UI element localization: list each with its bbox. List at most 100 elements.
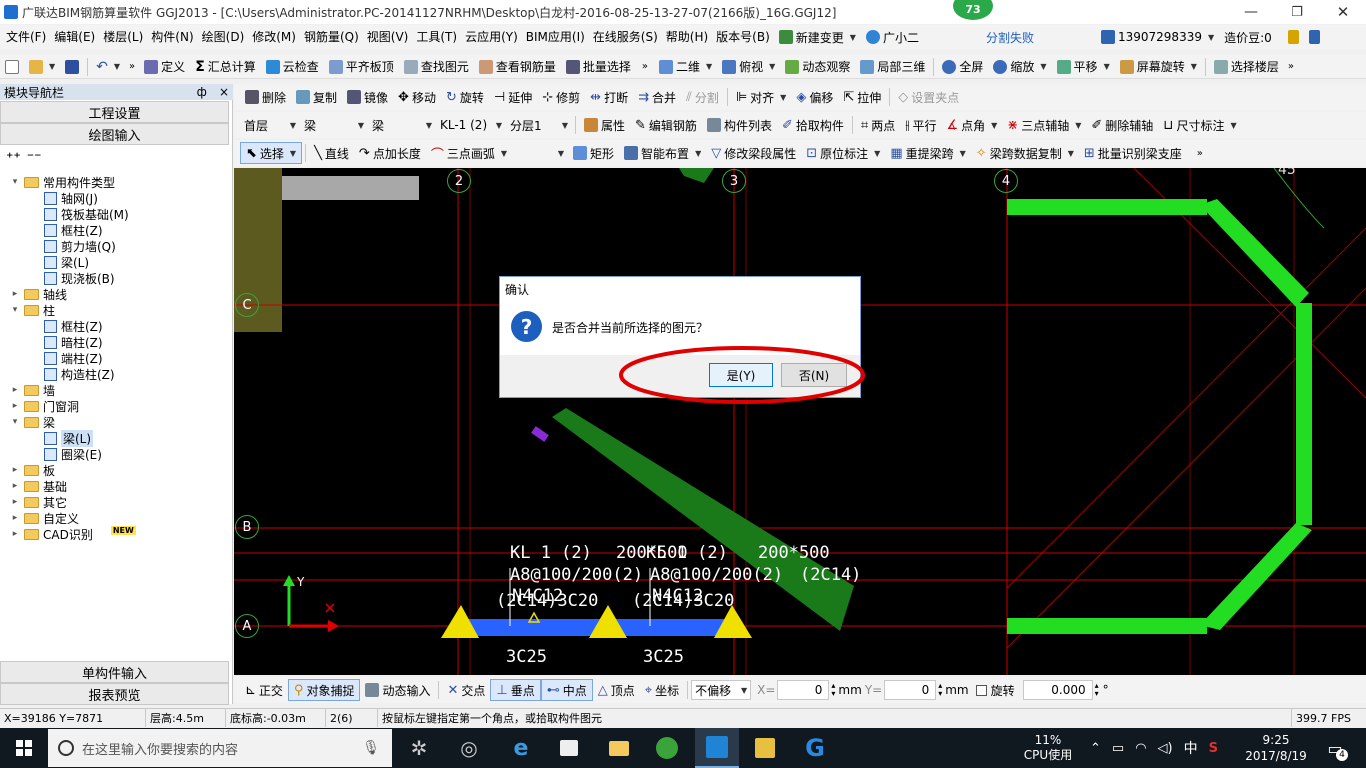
move-button[interactable]: ✥ 移动 (393, 86, 441, 108)
copy-button[interactable]: 复制 (291, 86, 342, 108)
delete-button[interactable]: 删除 (240, 86, 291, 108)
collapse-icon[interactable]: ▾ (10, 305, 20, 315)
category-select[interactable]: 梁 ▼ (300, 115, 368, 135)
rotate-spinner[interactable]: ▴ ▾ (1095, 682, 1099, 698)
menu-view[interactable]: 视图(V) (363, 27, 413, 47)
panel-close-icon[interactable]: × (219, 85, 229, 99)
tree-item[interactable]: 暗柱(Z) (44, 334, 103, 350)
beam2-bottom-label[interactable]: 3C25 (643, 647, 684, 667)
cpu-monitor[interactable]: 11% CPU使用 (1010, 730, 1086, 766)
tree-item[interactable]: 梁(L) (44, 429, 94, 447)
expand-icon[interactable]: ▸ (10, 529, 20, 539)
start-button[interactable] (0, 728, 48, 768)
mirror-button[interactable]: 镜像 (342, 86, 393, 108)
expand-icon[interactable]: ▸ (10, 513, 20, 523)
expand-icon[interactable]: ▸ (10, 465, 20, 475)
component-select[interactable]: KL-1 (2) ▼ (436, 115, 506, 135)
coordinate-snap[interactable]: ⌖ 坐标 (640, 679, 684, 701)
bell-button[interactable] (1304, 26, 1325, 48)
object-snap-toggle[interactable]: ⚲ 对象捕捉 (287, 679, 361, 701)
taskbar-notes[interactable] (744, 728, 786, 768)
line-button[interactable]: ╲ 直线 (309, 142, 354, 164)
two-points-button[interactable]: ⌗ 两点 (856, 114, 900, 136)
stretch-button[interactable]: ⇱ 拉伸 (838, 86, 886, 108)
expand-all-icon[interactable]: ⁺⁺ (6, 150, 21, 166)
orbit-button[interactable]: 动态观察 (780, 56, 855, 78)
chevron-up-icon[interactable]: ⌃ (1090, 741, 1101, 756)
rotate-input[interactable]: 0.000 (1022, 680, 1093, 700)
save-button[interactable] (60, 56, 84, 78)
type-select[interactable]: 梁 ▼ (368, 115, 436, 135)
notify-button[interactable] (1283, 26, 1304, 48)
taskbar-app-2[interactable]: ◎ (448, 728, 490, 768)
local-3d-button[interactable]: 局部三维 (855, 56, 930, 78)
menu-bim[interactable]: BIM应用(I) (522, 27, 589, 47)
tree-item[interactable]: 圈梁(E) (44, 446, 102, 462)
component-list-button[interactable]: 构件列表 (702, 114, 777, 136)
drawing-canvas[interactable]: 2 3 4 C B A 45 Y KL 1 (2) 200*500 KL 1 (… (234, 168, 1366, 675)
taskbar-glodon[interactable]: G (794, 728, 836, 768)
batch-identify-support-button[interactable]: ⊞ 批量识别梁支座 (1079, 142, 1187, 164)
beam1-stirrup-label[interactable]: A8@100/200(2) (510, 565, 643, 585)
arc-mode-select[interactable]: ▼ (512, 143, 568, 163)
edit-rebar-button[interactable]: ✎ 编辑钢筋 (630, 114, 702, 136)
three-point-arc-dropdown[interactable]: ⌒ 三点画弧 ▼ (426, 142, 512, 164)
tree-item[interactable]: 框柱(Z) (44, 318, 103, 334)
menu-edit[interactable]: 编辑(E) (50, 27, 99, 47)
user-phone[interactable]: 13907298339 ▼ (1096, 26, 1219, 48)
top-view-dropdown[interactable]: 俯视 ▼ (717, 56, 780, 78)
beam2-stirrup-label[interactable]: A8@100/200(2) (650, 565, 783, 585)
taskbar-store[interactable] (548, 728, 590, 768)
trim-button[interactable]: ⊹ 修剪 (537, 86, 585, 108)
volume-icon[interactable]: ◁) (1158, 741, 1173, 756)
overlap-label-2[interactable]: (2C14) (800, 565, 861, 585)
pan-dropdown[interactable]: 平移 ▼ (1052, 56, 1115, 78)
beam1-name-label[interactable]: KL 1 (2) (510, 543, 592, 563)
align-slab-top-button[interactable]: 平齐板顶 (324, 56, 399, 78)
tree-item[interactable]: 剪力墙(Q) (44, 238, 116, 254)
taskbar-app-green[interactable] (646, 728, 688, 768)
menu-online[interactable]: 在线服务(S) (589, 27, 662, 47)
pin-icon[interactable]: ф (197, 85, 207, 99)
summary-calc-button[interactable]: Σ 汇总计算 (190, 56, 261, 78)
menu-modify[interactable]: 修改(M) (248, 27, 300, 47)
undo-button[interactable]: ↶ ▼ (91, 56, 125, 78)
tree-item[interactable]: ▸ 门窗洞 (10, 398, 79, 414)
tree-item[interactable]: 构造柱(Z) (44, 366, 115, 382)
dimension-dropdown[interactable]: ⊔ 尺寸标注 ▼ (1158, 114, 1241, 136)
dynamic-input-toggle[interactable]: 动态输入 (360, 679, 435, 701)
project-settings-tab[interactable]: 工程设置 (0, 101, 229, 123)
open-file-button[interactable]: ▼ (24, 56, 60, 78)
set-grip-button[interactable]: ◇ 设置夹点 (893, 86, 964, 108)
report-preview-tab[interactable]: 报表预览 (0, 683, 229, 705)
tree-item[interactable]: 轴网(J) (44, 190, 98, 206)
assistant-button[interactable]: 广小二 (861, 26, 924, 48)
merge-button[interactable]: ⇉ 合并 (633, 86, 681, 108)
ime-indicator[interactable]: 中 (1184, 738, 1198, 758)
extend-button[interactable]: ⊣ 延伸 (489, 86, 537, 108)
view-rebar-qty-button[interactable]: 查看钢筋量 (474, 56, 561, 78)
new-change-button[interactable]: 新建变更 ▼ (774, 26, 861, 48)
layer-select[interactable]: 分层1 ▼ (506, 115, 572, 135)
tree-item[interactable]: ▸ 墙 (10, 382, 55, 398)
perpendicular-snap[interactable]: ⊥ 垂点 (490, 679, 541, 701)
point-angle-dropdown[interactable]: ∡ 点角 ▼ (941, 114, 1002, 136)
ortho-toggle[interactable]: ⊾ 正交 (240, 679, 288, 701)
cloud-check-button[interactable]: 云检查 (261, 56, 324, 78)
expand-icon[interactable]: ▸ (10, 385, 20, 395)
tree-item[interactable]: 框柱(Z) (44, 222, 103, 238)
beam1-bottom-label[interactable]: 3C25 (506, 647, 547, 667)
pick-component-button[interactable]: ✐ 拾取构件 (777, 114, 849, 136)
sogou-icon[interactable]: S (1209, 741, 1218, 756)
x-input[interactable]: 0 (777, 680, 830, 700)
minimize-button[interactable]: — (1228, 0, 1274, 24)
gray-element[interactable] (282, 176, 419, 200)
in-situ-label-dropdown[interactable]: ⊡ 原位标注 ▼ (801, 142, 885, 164)
fullscreen-button[interactable]: 全屏 (937, 56, 988, 78)
delete-aux-button[interactable]: ✐ 删除辅轴 (1086, 114, 1158, 136)
view-2d-dropdown[interactable]: 二维 ▼ (654, 56, 717, 78)
collapse-all-icon[interactable]: ⁻⁻ (27, 150, 42, 166)
y-spinner[interactable]: ▴ ▾ (938, 682, 942, 698)
zoom-dropdown[interactable]: 缩放 ▼ (988, 56, 1051, 78)
menu-tools[interactable]: 工具(T) (412, 27, 461, 47)
